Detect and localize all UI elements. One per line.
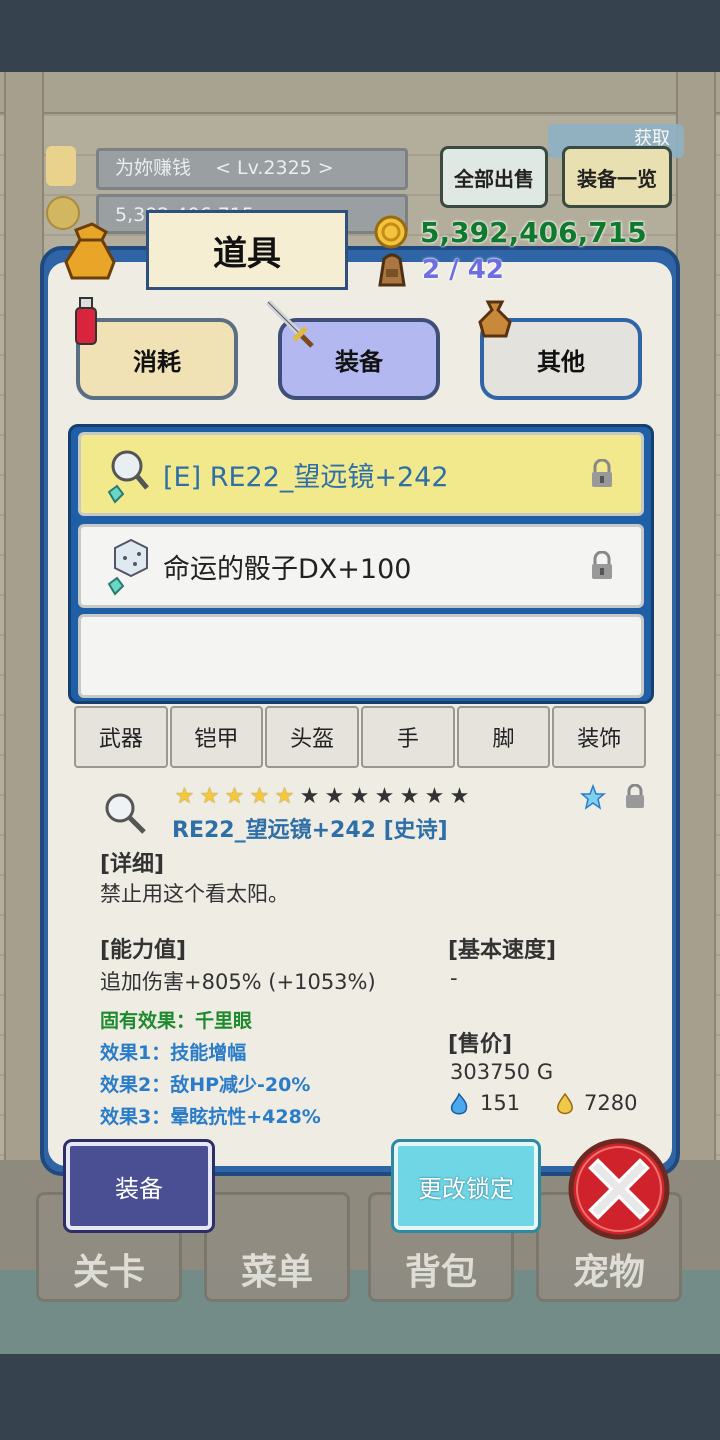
gold-value: 5,392,406,715 bbox=[420, 215, 647, 249]
inherent-effect: 固有效果：千里眼 bbox=[100, 1010, 253, 1032]
rarity-stars: ★ ★ ★ ★ ★ ★ ★ ★ ★ ★ ★ ★ bbox=[172, 786, 472, 808]
nav-stage-label: 关卡 bbox=[72, 1252, 145, 1293]
tab-label: 手 bbox=[396, 727, 419, 752]
equip-button-label: 装备 bbox=[115, 1174, 163, 1203]
gold-drop-icon bbox=[557, 1092, 573, 1115]
ability-heading: [能力值] bbox=[100, 938, 187, 963]
blue-flame-value: 151 bbox=[480, 1091, 521, 1115]
ability-value: 追加伤害+805% (+1053%) bbox=[100, 970, 376, 994]
equip-button[interactable]: 装备 bbox=[66, 1142, 212, 1230]
detail-lock-icon[interactable] bbox=[624, 784, 646, 810]
ceiling-strip bbox=[0, 72, 720, 114]
bag-icon bbox=[64, 222, 116, 280]
speed-heading: [基本速度] bbox=[448, 938, 557, 963]
tab-label: 头盔 bbox=[290, 727, 335, 752]
equip-list-label: 装备一览 bbox=[577, 166, 657, 191]
equip-list-button[interactable]: 装备一览 bbox=[562, 146, 672, 208]
sword-icon bbox=[265, 299, 314, 348]
star-empty-icon: ★ bbox=[399, 784, 420, 809]
gold-display: 5,392,406,715 bbox=[374, 214, 647, 250]
nav-menu-label: 菜单 bbox=[240, 1252, 313, 1293]
sell-all-label: 全部出售 bbox=[454, 166, 534, 191]
page-title-text: 道具 bbox=[213, 233, 281, 274]
star-empty-icon: ★ bbox=[349, 784, 370, 809]
page-title: 道具 bbox=[146, 210, 348, 290]
detail-magnifier-icon bbox=[105, 793, 146, 834]
star-filled-icon: ★ bbox=[274, 784, 295, 809]
left-pillar bbox=[4, 72, 44, 1160]
item-row-empty[interactable] bbox=[78, 614, 644, 698]
star-empty-icon: ★ bbox=[424, 784, 445, 809]
effect-3: 效果3：晕眩抗性+428% bbox=[100, 1106, 321, 1128]
sell-all-button[interactable]: 全部出售 bbox=[440, 146, 548, 208]
effect-1: 效果1：技能增幅 bbox=[100, 1042, 247, 1064]
star-filled-icon: ★ bbox=[249, 784, 270, 809]
capacity-display: 2 / 42 bbox=[374, 252, 504, 288]
player-name: 为妳赚钱 bbox=[115, 157, 192, 179]
right-pillar bbox=[676, 72, 716, 1160]
star-empty-icon: ★ bbox=[324, 784, 345, 809]
star-empty-icon: ★ bbox=[374, 784, 395, 809]
change-lock-button-label: 更改锁定 bbox=[418, 1174, 514, 1203]
capacity-value: 2 / 42 bbox=[422, 255, 504, 285]
item-label: [E] RE22_望远镜+242 bbox=[163, 461, 449, 493]
price-value: 303750 G bbox=[450, 1060, 554, 1084]
equipment-filter-tabs: 武器 铠甲 头盔 手 脚 装饰 bbox=[74, 706, 647, 768]
effect-2: 效果2：敌HP减少-20% bbox=[100, 1074, 311, 1096]
speed-value: - bbox=[450, 966, 458, 990]
tab-foot[interactable]: 脚 bbox=[456, 706, 551, 768]
tab-weapon[interactable]: 武器 bbox=[74, 706, 168, 768]
lock-icon bbox=[589, 550, 615, 581]
backpack-icon bbox=[378, 253, 406, 287]
category-other-label: 其他 bbox=[537, 347, 585, 376]
star-empty-icon: ★ bbox=[449, 784, 470, 809]
tab-helmet[interactable]: 头盔 bbox=[265, 706, 360, 768]
player-avatar bbox=[46, 146, 76, 186]
favorite-star-icon[interactable] bbox=[580, 784, 606, 810]
category-consumable-button[interactable]: 消耗 bbox=[76, 318, 238, 400]
money-bag-icon bbox=[478, 300, 512, 338]
tab-label: 铠甲 bbox=[194, 727, 239, 752]
lock-icon bbox=[589, 458, 615, 489]
category-consumable-label: 消耗 bbox=[133, 347, 181, 376]
player-level: < Lv.2325 > bbox=[215, 157, 334, 179]
tab-armor[interactable]: 铠甲 bbox=[169, 706, 264, 768]
nav-pet-label: 宠物 bbox=[572, 1252, 645, 1293]
nav-menu[interactable]: 菜单 bbox=[204, 1192, 350, 1302]
player-info-bar: 为妳赚钱 < Lv.2325 > bbox=[96, 148, 408, 190]
gold-coin-icon bbox=[374, 215, 408, 249]
tab-label: 武器 bbox=[98, 727, 143, 752]
tab-hand[interactable]: 手 bbox=[361, 706, 455, 768]
category-equipment-label: 装备 bbox=[335, 347, 383, 376]
blue-flame-icon bbox=[450, 1092, 468, 1115]
tab-accessory[interactable]: 装饰 bbox=[552, 706, 647, 768]
star-filled-icon: ★ bbox=[224, 784, 245, 809]
gold-drop-value: 7280 bbox=[584, 1091, 638, 1115]
potion-icon bbox=[75, 297, 97, 345]
detail-heading: [详细] bbox=[100, 852, 165, 877]
item-description: 禁止用这个看太阳。 bbox=[100, 882, 289, 906]
tab-label: 装饰 bbox=[577, 727, 622, 752]
item-label: 命运的骰子DX+100 bbox=[163, 553, 412, 585]
close-button[interactable] bbox=[566, 1136, 672, 1242]
magnifier-icon bbox=[105, 446, 149, 504]
dice-icon bbox=[105, 538, 149, 596]
item-name: RE22_望远镜+242 [史诗] bbox=[172, 818, 448, 843]
star-filled-icon: ★ bbox=[174, 784, 195, 809]
tab-label: 脚 bbox=[492, 727, 515, 752]
item-row-telescope[interactable]: [E] RE22_望远镜+242 bbox=[78, 432, 644, 516]
item-row-dice[interactable]: 命运的骰子DX+100 bbox=[78, 524, 644, 608]
change-lock-button[interactable]: 更改锁定 bbox=[394, 1142, 538, 1230]
price-heading: [售价] bbox=[448, 1032, 513, 1057]
star-empty-icon: ★ bbox=[299, 784, 320, 809]
nav-bag-label: 背包 bbox=[404, 1252, 477, 1293]
star-filled-icon: ★ bbox=[199, 784, 220, 809]
